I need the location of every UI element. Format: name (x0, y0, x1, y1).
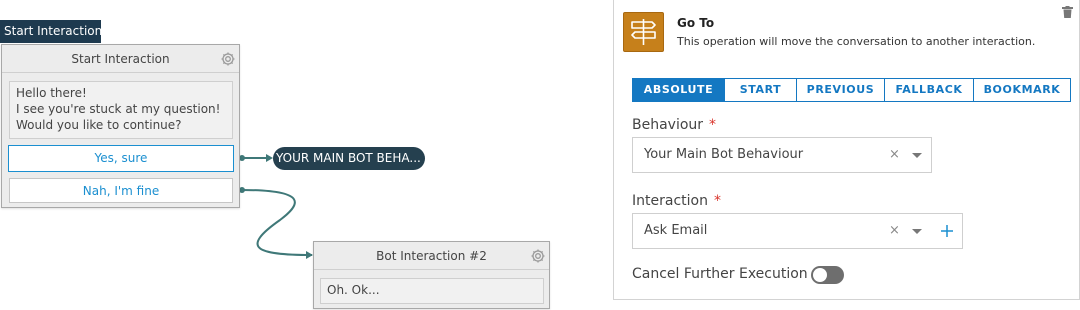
tab-bookmark[interactable]: BOOKMARK (974, 79, 1070, 101)
choice-yes-button[interactable]: Yes, sure (8, 145, 234, 172)
message-line-3: Would you like to continue? (16, 118, 182, 132)
interaction-label-text: Interaction (632, 193, 708, 209)
clear-interaction-icon[interactable]: × (889, 214, 900, 248)
start-node-header: Start Interaction (2, 45, 239, 73)
properties-panel: Go To This operation will move the conve… (613, 0, 1080, 300)
required-marker: * (713, 193, 721, 209)
bot-node-header: Bot Interaction #2 (314, 242, 549, 270)
interaction-select[interactable]: Ask Email × (632, 213, 932, 249)
operation-title: Go To (677, 16, 715, 30)
behaviour-label: Behaviour * (632, 117, 716, 133)
choice-nah-button[interactable]: Nah, I'm fine (9, 178, 233, 203)
tab-previous[interactable]: PREVIOUS (797, 79, 885, 101)
flow-canvas[interactable]: Start Interaction Start Interaction Hell… (0, 0, 600, 310)
signpost-icon (623, 12, 664, 52)
required-marker: * (709, 117, 717, 133)
interaction-label: Interaction * (632, 193, 721, 209)
plus-icon (941, 225, 953, 237)
start-interaction-tag: Start Interaction (0, 20, 102, 43)
behaviour-select[interactable]: Your Main Bot Behaviour × (632, 137, 932, 173)
interaction-value: Ask Email (644, 223, 708, 238)
connector-yes-arrow (266, 154, 273, 162)
bot-node-title: Bot Interaction #2 (376, 249, 487, 263)
cancel-execution-toggle[interactable] (811, 266, 844, 284)
connector-nah-arrow (306, 251, 313, 259)
tab-absolute[interactable]: ABSOLUTE (633, 79, 725, 101)
start-node-title: Start Interaction (71, 52, 170, 66)
clear-behaviour-icon[interactable]: × (889, 138, 900, 172)
cancel-execution-label: Cancel Further Execution (632, 266, 808, 282)
bot-node-message: Oh. Ok... (320, 278, 544, 304)
gear-icon[interactable] (220, 51, 236, 67)
chevron-down-icon[interactable] (912, 153, 922, 158)
tab-fallback[interactable]: FALLBACK (885, 79, 974, 101)
tab-start[interactable]: START (725, 79, 797, 101)
bot-interaction-node[interactable]: Bot Interaction #2 Oh. Ok... (313, 241, 550, 309)
behaviour-value: Your Main Bot Behaviour (644, 147, 804, 162)
chevron-down-icon[interactable] (912, 229, 922, 234)
connector-nah (241, 189, 313, 256)
target-behaviour-pill[interactable]: YOUR MAIN BOT BEHA... (273, 147, 425, 170)
trash-icon[interactable] (1062, 6, 1073, 18)
start-node-message: Hello there! I see you're stuck at my qu… (9, 81, 233, 139)
toggle-knob (813, 268, 827, 282)
start-interaction-node[interactable]: Start Interaction Hello there! I see you… (1, 44, 240, 208)
message-line-2: I see you're stuck at my question! (16, 102, 221, 116)
message-line-1: Hello there! (16, 86, 87, 100)
gear-icon[interactable] (530, 248, 546, 264)
behaviour-label-text: Behaviour (632, 117, 704, 133)
operation-description: This operation will move the conversatio… (677, 35, 1036, 48)
goto-mode-tabs: ABSOLUTE START PREVIOUS FALLBACK BOOKMAR… (632, 78, 1071, 102)
add-interaction-button[interactable] (931, 213, 963, 249)
